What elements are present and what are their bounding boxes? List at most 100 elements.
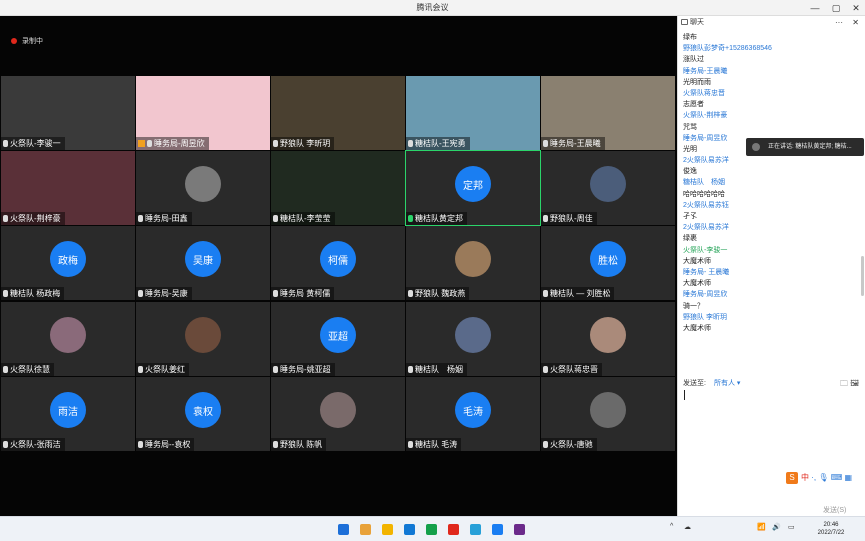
mic-icon (273, 366, 278, 373)
chat-sender: 2火祭队易苏洋 (683, 224, 729, 232)
participant-tile[interactable]: 火祭队姜红 (136, 302, 270, 376)
chat-input[interactable] (684, 390, 685, 400)
participant-avatar: 政梅 (50, 241, 86, 278)
participant-avatar: 定邦 (455, 166, 491, 203)
chat-scrollbar[interactable] (861, 256, 864, 296)
ime-punct-icon[interactable]: ·, (811, 473, 816, 482)
window-title: 腾讯会议 (416, 3, 449, 12)
send-to-value[interactable]: 所有人 ▾ (714, 380, 740, 387)
participant-tile[interactable]: 胜松 糖桔队 — 刘胜松 (541, 226, 675, 300)
participant-tile[interactable]: 糖桔队-李莹莹 (271, 151, 405, 225)
battery-icon[interactable]: ▭ (788, 523, 795, 531)
participant-tile[interactable]: 野狼队 陈帆 (271, 377, 405, 451)
speaker-avatar-icon (752, 143, 760, 151)
chat-sender: 野狼队彭梦奇+15286368546 (683, 45, 772, 53)
participant-name: 火祭队-张雨洁 (10, 440, 61, 449)
image-icon[interactable]: 🖼 (850, 379, 859, 388)
participant-tile[interactable]: 睡务局-田鑫 (136, 151, 270, 225)
participant-name: 火祭队徐慧 (10, 365, 50, 374)
volume-icon[interactable]: 🔊 (772, 523, 781, 531)
participant-tile[interactable]: 吴康 睡务局-吴康 (136, 226, 270, 300)
participant-avatar: 柯儒 (320, 241, 356, 278)
send-button[interactable]: 发送(S) (823, 505, 846, 515)
chat-sender: 野狼队 李昕玥 (683, 313, 727, 321)
folder-icon[interactable]: 🗀 (840, 379, 848, 388)
sogou-icon[interactable]: S (786, 472, 798, 484)
participant-name-bar: 火祭队-荆梓豪 (1, 212, 65, 225)
more-options-icon[interactable]: ··· (835, 16, 843, 29)
ime-lang[interactable]: 中 (801, 473, 809, 482)
chat-text: 大魔术师 (683, 257, 711, 265)
participant-name-bar: 火祭队蒋忠晋 (541, 363, 602, 376)
chat-panel: 聊天 ··· ✕ 绿布 野狼队彭梦奇+15286368546 涨队过 睡务局-王晨曦光… (677, 16, 865, 516)
participant-photo (455, 241, 491, 278)
participant-name-bar: 火祭队姜红 (136, 363, 189, 376)
files-icon[interactable] (360, 524, 371, 535)
send-to-selector[interactable]: 发送至: 所有人 ▾ (683, 378, 740, 388)
participant-tile[interactable]: 火祭队徐慧 (1, 302, 135, 376)
chat-messages: 绿布 野狼队彭梦奇+15286368546 涨队过 睡务局-王晨曦 光明而雨 火祭队蒋忠晋… (678, 32, 858, 376)
participant-tile[interactable]: 野狼队 魏政燕 (406, 226, 540, 300)
participant-tile[interactable]: 雨洁 火祭队-张雨洁 (1, 377, 135, 451)
participant-tile[interactable]: 睡务局-王晨曦 (541, 76, 675, 150)
wps-icon[interactable] (470, 524, 481, 535)
participant-tile[interactable]: 定邦 糖桔队黄定邦 (405, 150, 541, 226)
participant-name: 糖桔队 杨姻 (415, 365, 463, 374)
chat-title: 聊天 (690, 19, 704, 26)
participant-name: 火祭队-唐驰 (550, 440, 593, 449)
participant-tile[interactable]: 毛涛 糖桔队 毛涛 (406, 377, 540, 451)
video-grid: 录制中 火祭队-李骏一 睡务局-周昱欣 野狼队 李昕玥 糖桔队-王宪勇 睡务局-王晨曦火… (0, 16, 677, 516)
chat-close-icon[interactable]: ✕ (852, 16, 859, 29)
participant-name: 野狼队 陈帆 (280, 440, 323, 449)
minimize-button[interactable]: — (808, 2, 822, 14)
edge-icon[interactable] (426, 524, 437, 535)
tencent-meeting-icon[interactable] (492, 524, 503, 535)
participant-tile[interactable]: 火祭队-荆梓豪 (1, 151, 135, 225)
chat-sender: 火祭队蒋忠晋 (683, 89, 725, 97)
chat-text: 志愿者 (683, 101, 704, 109)
firefox-icon[interactable] (382, 524, 393, 535)
participant-tile[interactable]: 火祭队-李骏一 (1, 76, 135, 150)
tray-chevron-icon[interactable]: ^ (670, 523, 673, 530)
maximize-button[interactable]: ▢ (829, 2, 843, 14)
ime-keyboard-icon[interactable]: ⌨ (831, 473, 843, 482)
participant-name-bar: 糖桔队-李莹莹 (271, 212, 335, 225)
app-icon[interactable] (448, 524, 459, 535)
clock[interactable]: 20:46 2022/7/22 (812, 521, 850, 537)
participant-name-bar: 睡务局-周昱欣 (136, 137, 209, 150)
ime-skin-icon[interactable]: ▦ (845, 473, 853, 482)
participant-tile[interactable]: 睡务局-周昱欣 (136, 76, 270, 150)
windows-start-icon[interactable] (338, 524, 349, 535)
participant-tile[interactable]: 糖桔队 杨姻 (406, 302, 540, 376)
participant-tile[interactable]: 袁权 睡务局--袁权 (136, 377, 270, 451)
close-button[interactable]: ✕ (849, 2, 863, 14)
participant-avatar: 亚超 (320, 317, 356, 354)
participant-tile[interactable]: 野狼队-周佳 (541, 151, 675, 225)
toast-text: 正在讲话: 糖桔队黄定邦; 糖桔... (768, 144, 852, 150)
ime-mic-icon[interactable]: 🎙 (818, 473, 828, 482)
participant-tile[interactable]: 柯儒 睡务局 黄柯儒 (271, 226, 405, 300)
participant-name-bar: 野狼队-周佳 (541, 212, 597, 225)
ime-toolbar[interactable]: S中 ·, 🎙 ⌨ ▦ (786, 472, 852, 486)
participant-name: 睡务局-王晨曦 (550, 139, 601, 148)
chat-text: 光明而雨 (683, 78, 711, 86)
folder-icon[interactable] (404, 524, 415, 535)
record-dot-icon (11, 38, 17, 44)
participant-name: 火祭队-李骏一 (10, 139, 61, 148)
mic-icon (543, 441, 548, 448)
app-icon[interactable] (514, 524, 525, 535)
tray-cloud-icon[interactable]: ☁ (684, 523, 691, 531)
mic-icon (408, 441, 413, 448)
participant-tile[interactable]: 野狼队 李昕玥 (271, 76, 405, 150)
participant-name: 野狼队-周佳 (550, 214, 593, 223)
wifi-icon[interactable]: 📶 (757, 523, 766, 531)
speaking-toast: 正在讲话: 糖桔队黄定邦; 糖桔... (746, 138, 864, 156)
participant-tile[interactable]: 火祭队-唐驰 (541, 377, 675, 451)
participant-tile[interactable]: 政梅 糖桔队 杨政梅 (1, 226, 135, 300)
participant-tile[interactable]: 糖桔队-王宪勇 (406, 76, 540, 150)
chat-sender: 睡务局-王晨曦 (683, 67, 728, 75)
participant-tile[interactable]: 火祭队蒋忠晋 (541, 302, 675, 376)
mic-icon (543, 140, 548, 147)
chat-sender: 睡务局- 王晨曦 (683, 268, 730, 276)
participant-tile[interactable]: 亚超 睡务局-姚亚超 (271, 302, 405, 376)
